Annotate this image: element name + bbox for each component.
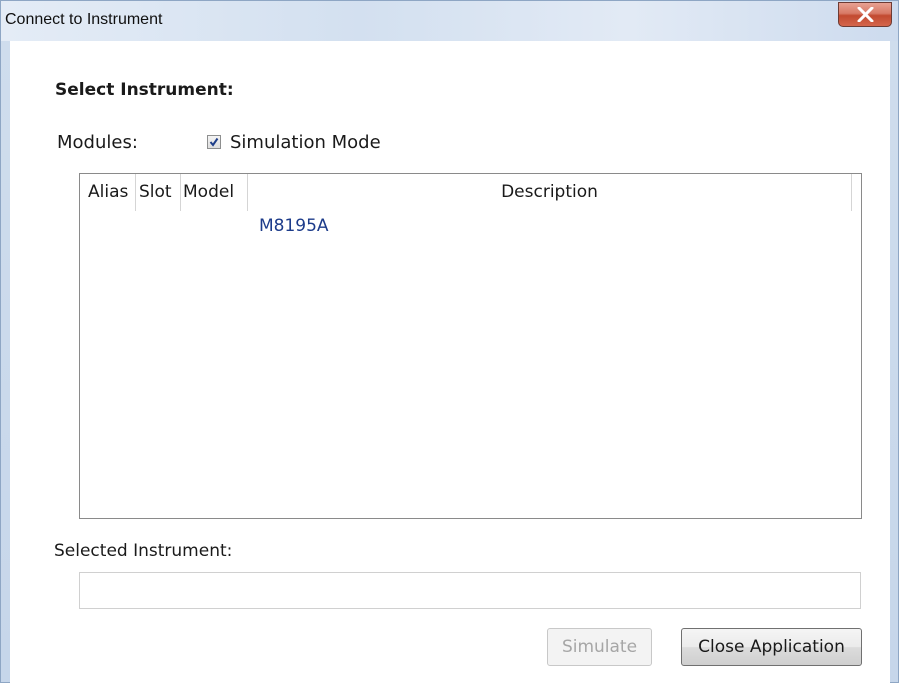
connect-dialog: Connect to Instrument Select Instrument:…: [0, 0, 899, 683]
close-application-button[interactable]: Close Application: [681, 628, 862, 666]
column-header-description[interactable]: Description: [248, 174, 852, 211]
checkmark-icon: [209, 137, 219, 147]
selected-instrument-field[interactable]: [79, 572, 861, 609]
simulation-mode-checkbox[interactable]: [207, 135, 221, 149]
simulation-mode-label[interactable]: Simulation Mode: [230, 132, 381, 153]
window-title: Connect to Instrument: [5, 11, 163, 28]
column-header-slot[interactable]: Slot: [136, 174, 181, 211]
window-close-button[interactable]: [838, 2, 892, 27]
list-item-model[interactable]: M8195A: [259, 216, 329, 236]
dialog-content: Select Instrument: Modules: Simulation M…: [10, 41, 890, 683]
close-x-icon: [857, 7, 874, 22]
simulate-button[interactable]: Simulate: [547, 628, 652, 666]
select-instrument-heading: Select Instrument:: [55, 80, 234, 100]
title-bar[interactable]: Connect to Instrument: [1, 1, 898, 41]
column-header-alias[interactable]: Alias: [80, 174, 136, 211]
column-header-model[interactable]: Model: [181, 174, 248, 211]
modules-label: Modules:: [57, 132, 138, 153]
selected-instrument-label: Selected Instrument:: [54, 541, 233, 561]
instrument-list[interactable]: Alias Slot Model Description M8195A: [79, 173, 862, 519]
